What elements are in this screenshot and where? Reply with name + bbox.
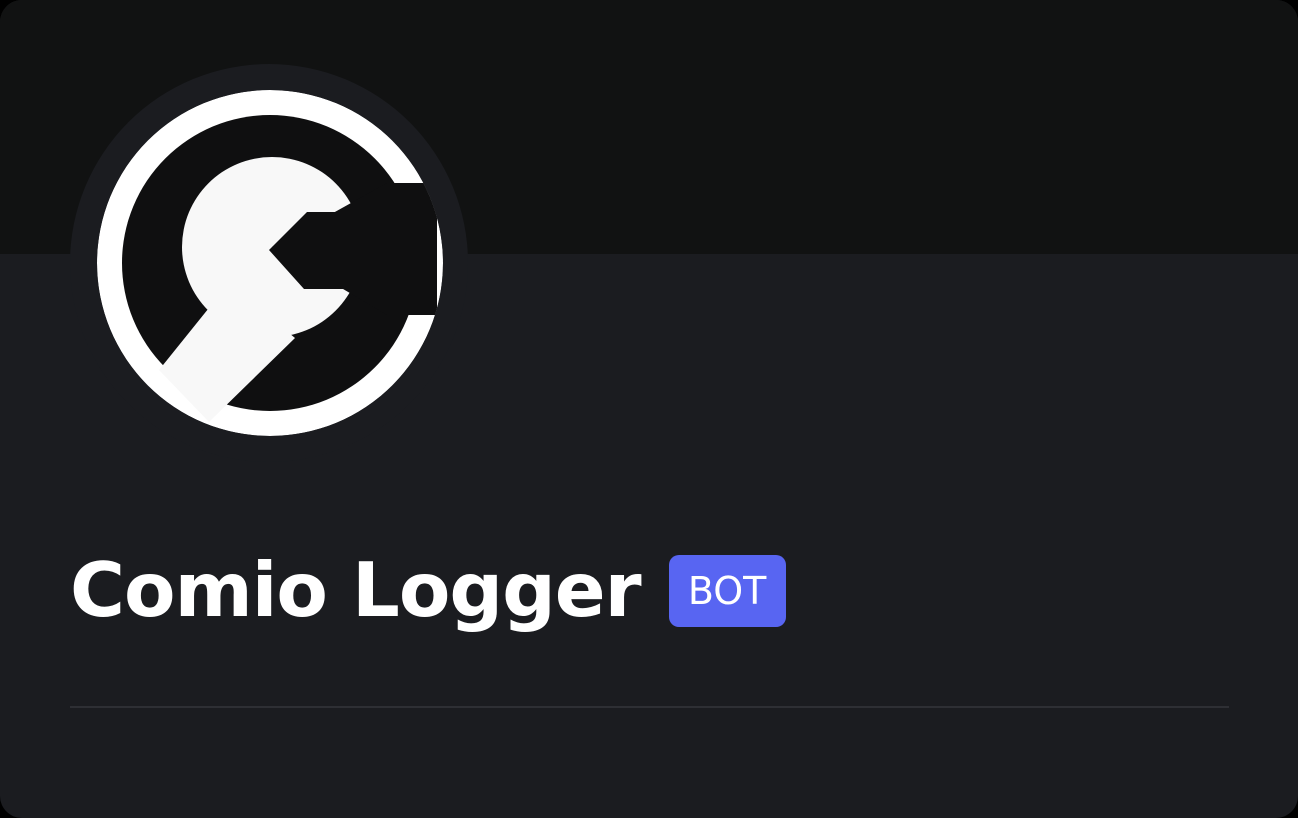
avatar[interactable] xyxy=(97,90,443,436)
wrench-icon xyxy=(97,90,443,436)
divider xyxy=(70,706,1229,708)
name-row: Comio Logger BOT xyxy=(70,540,786,640)
user-profile-card: Comio Logger BOT xyxy=(0,0,1298,818)
display-name: Comio Logger xyxy=(70,546,642,634)
bot-badge: BOT xyxy=(668,555,786,627)
avatar-frame xyxy=(70,64,468,462)
